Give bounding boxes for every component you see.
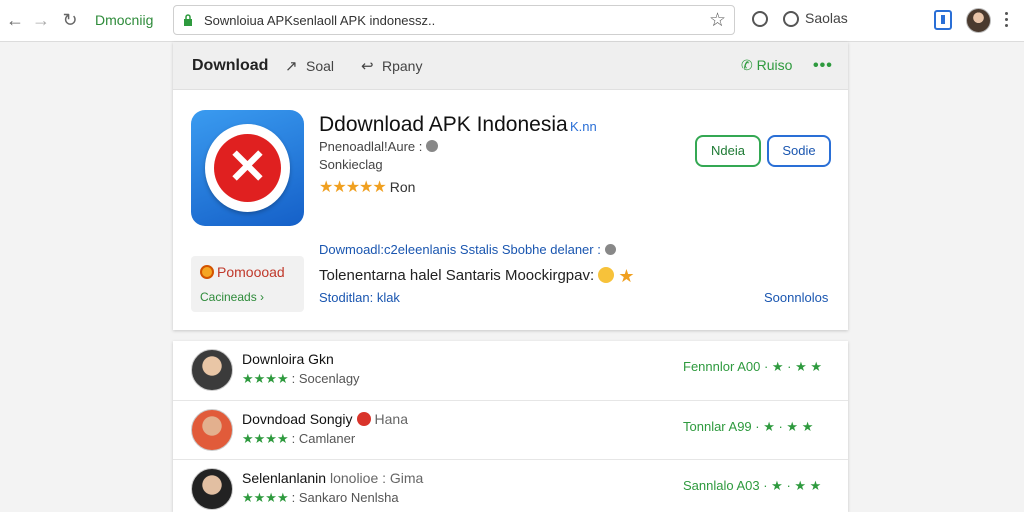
see-all-link[interactable]: Soonnlolos xyxy=(764,290,828,305)
badge-icon xyxy=(356,412,371,426)
rating-text: Ron xyxy=(389,179,416,195)
smiley-emoji-icon xyxy=(598,267,615,283)
reload-icon[interactable]: ↻ xyxy=(59,9,81,31)
avatar xyxy=(191,468,233,510)
app-icon-ring: ✕ xyxy=(205,124,290,212)
browser-toolbar: ← → ↻ Dmocniig Sownloiua APKsenlaoll APK… xyxy=(0,0,1024,42)
list-item[interactable]: Downloira Gkn ★★★★: Socenlagy Fennnlor A… xyxy=(173,341,848,400)
back-arrow-icon[interactable]: ← xyxy=(4,9,26,31)
clock-icon[interactable] xyxy=(783,11,799,27)
nav-rpany[interactable]: Rpany xyxy=(382,58,422,74)
list-item-title[interactable]: Downloira Gkn xyxy=(242,351,334,367)
rating-row: ★★★★★ Ron xyxy=(319,177,415,197)
forward-arrow-icon[interactable]: → xyxy=(30,9,52,31)
app-tag-link[interactable]: K.nn xyxy=(570,119,597,134)
related-list: Downloira Gkn ★★★★: Socenlagy Fennnlor A… xyxy=(173,341,848,512)
avatar xyxy=(191,409,233,451)
secondary-button[interactable]: Sodie xyxy=(767,135,831,167)
list-item-stars: ★★★★ xyxy=(242,490,289,505)
promo-label: Pomoooad xyxy=(217,264,285,280)
list-item-title-text: Dovndoad Songiy xyxy=(242,411,353,427)
avatar xyxy=(191,349,233,391)
list-item-stars: ★★★★ xyxy=(242,431,289,446)
ruiso-link[interactable]: ✆ Ruiso xyxy=(741,57,792,74)
more-dots-icon[interactable]: ••• xyxy=(813,57,833,75)
extension-icon[interactable] xyxy=(934,10,952,30)
developer-name[interactable]: Pnenoadlal!Aure : xyxy=(319,139,422,154)
coin-icon xyxy=(200,265,214,279)
address-bar[interactable]: Sownloiua APKsenlaoll APK indonessz.. ☆ xyxy=(173,5,735,35)
card-header: Download ↗ Soal ↩ Rpany ✆ Ruiso ••• xyxy=(173,42,848,90)
list-item-title-text: Selenlanlanin xyxy=(242,470,327,486)
list-item-title[interactable]: Selenlanlanin lonolioe : Gima xyxy=(242,470,423,486)
promo-action[interactable]: Cacineads › xyxy=(200,290,264,304)
list-item-rating: ★★★★: Camlaner xyxy=(242,431,355,447)
list-item-sub: : Sankaro Nenlsha xyxy=(291,490,399,505)
arrow-icon: ↩ xyxy=(361,58,374,75)
info-icon[interactable] xyxy=(426,140,439,152)
tab-title[interactable]: Dmocniig xyxy=(95,12,153,28)
app-card: Download ↗ Soal ↩ Rpany ✆ Ruiso ••• ✕ Dd… xyxy=(173,42,848,330)
list-item[interactable]: Dovndoad Songiy Hana ★★★★: Camlaner Tonnl… xyxy=(173,400,848,459)
app-title: Ddownload APK Indonesia xyxy=(319,113,568,136)
star-emoji-icon: ★ xyxy=(618,266,635,286)
list-item-title[interactable]: Dovndoad Songiy Hana xyxy=(242,411,408,427)
bookmark-star-icon[interactable]: ☆ xyxy=(709,9,726,32)
share-icon: ↗ xyxy=(285,58,298,75)
list-item-stat: Fennnlor A00 · ★ · ★ ★ xyxy=(683,359,823,374)
list-item-stars: ★★★★ xyxy=(242,371,289,386)
avatar[interactable] xyxy=(966,8,991,33)
info-icon[interactable] xyxy=(752,11,768,27)
rating-stars: ★★★★★ xyxy=(319,179,387,196)
profile-label[interactable]: Saolas xyxy=(805,10,848,26)
primary-button[interactable]: Ndeia xyxy=(695,135,761,167)
list-item-rating: ★★★★: Socenlagy xyxy=(242,371,360,387)
download-heading[interactable]: Download xyxy=(192,57,268,75)
list-item-sub: : Socenlagy xyxy=(291,371,360,386)
list-item-stat: Tonnlar A99 · ★ · ★ ★ xyxy=(683,419,814,434)
list-item-rating: ★★★★: Sankaro Nenlsha xyxy=(242,490,399,506)
info-icon[interactable] xyxy=(604,244,616,255)
lock-icon xyxy=(184,14,192,26)
whatsapp-icon: ✆ xyxy=(741,57,757,73)
description: Tolenentarna halel Santaris Moockirgpav:… xyxy=(319,266,634,287)
app-subtitle: Sonkieclag xyxy=(319,157,383,172)
list-item[interactable]: Selenlanlanin lonolioe : Gima ★★★★: Sank… xyxy=(173,459,848,512)
details-links-text[interactable]: Dowmoadl:c2eleenlanis Sstalis Sbobhe del… xyxy=(319,242,601,257)
list-item-sub: : Camlaner xyxy=(291,431,356,446)
nav-social[interactable]: Soal xyxy=(306,58,334,74)
developer-line: Pnenoadlal!Aure : xyxy=(319,139,439,154)
details-links: Dowmoadl:c2eleenlanis Sstalis Sbobhe del… xyxy=(319,242,616,257)
description-text: Tolenentarna halel Santaris Moockirgpav: xyxy=(319,267,595,284)
list-item-extra: Hana xyxy=(374,411,408,427)
app-icon: ✕ xyxy=(191,110,304,226)
promo-label-wrap: Pomoooad xyxy=(200,264,285,280)
url-text[interactable]: Sownloiua APKsenlaoll APK indonessz.. xyxy=(204,13,435,28)
list-item-extra: lonolioe : Gima xyxy=(329,470,424,486)
close-x-icon: ✕ xyxy=(214,134,281,202)
menu-kebab-icon[interactable] xyxy=(1005,12,1009,30)
ruiso-label: Ruiso xyxy=(756,57,793,73)
list-item-stat: Sannlalo A03 · ★ · ★ ★ xyxy=(683,478,822,493)
more-link[interactable]: Stoditlan: klak xyxy=(319,290,400,305)
promo-box[interactable]: Pomoooad Cacineads › xyxy=(191,256,304,312)
